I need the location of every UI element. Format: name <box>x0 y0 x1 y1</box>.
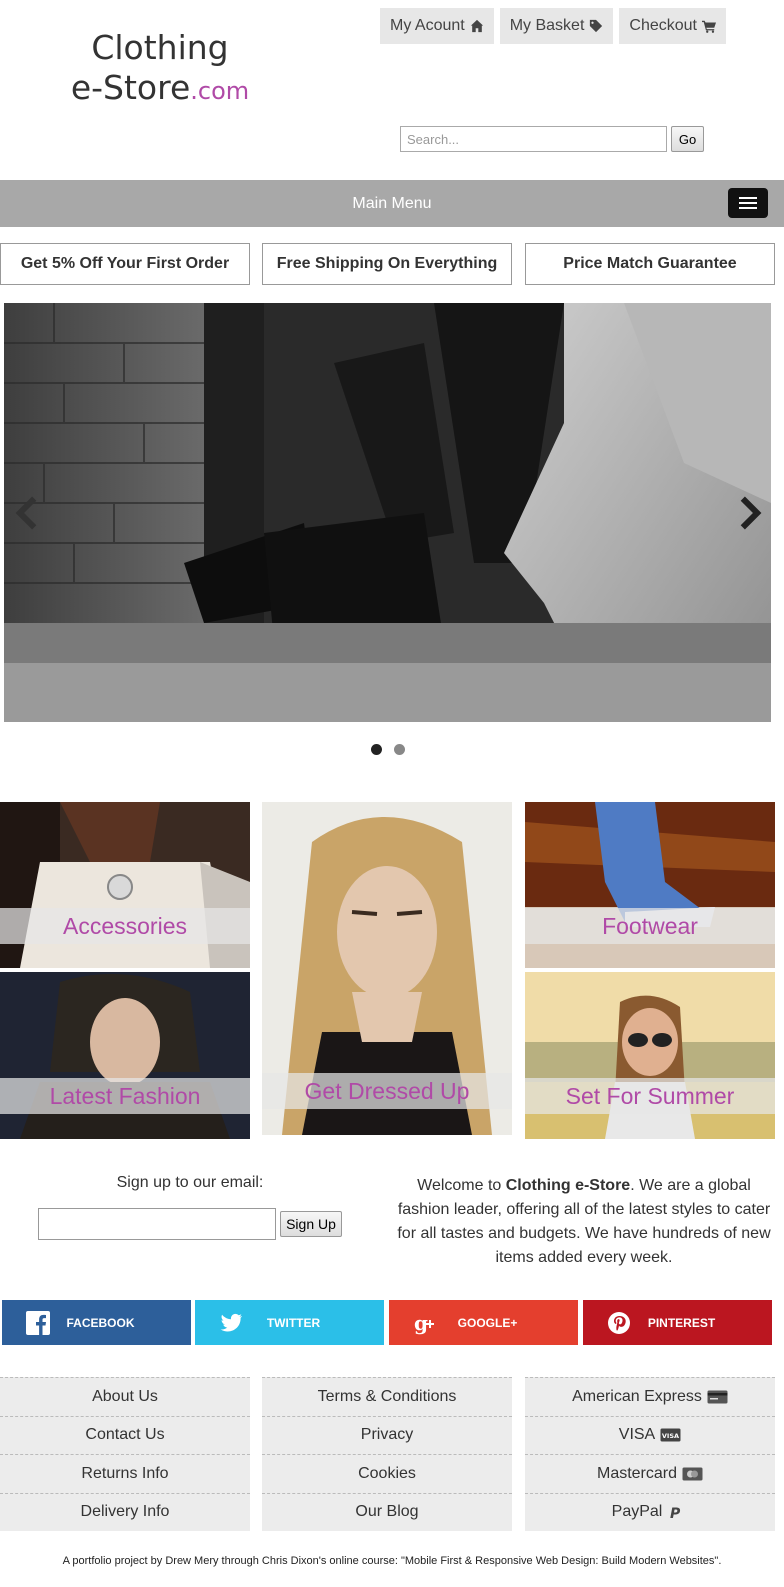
payment-visa-label: VISA <box>618 1426 656 1444</box>
home-icon <box>470 19 483 33</box>
slider-dots <box>371 744 405 755</box>
my-account-button[interactable]: My Acount <box>380 8 494 44</box>
signup-label: Sign up to our email: <box>116 1174 264 1191</box>
cart-icon <box>701 20 716 33</box>
welcome-brand: Clothing e-Store <box>505 1177 631 1194</box>
twitter-button[interactable]: TWITTER <box>195 1300 384 1345</box>
search-input[interactable] <box>400 126 667 152</box>
category-label-set-for-summer: Set For Summer <box>525 1078 775 1114</box>
hero-slide-image <box>4 303 771 722</box>
slider-next-arrow[interactable] <box>735 493 765 533</box>
category-tile-get-dressed-up[interactable]: Get Dressed Up <box>262 802 512 1135</box>
svg-text:P: P <box>670 1506 681 1519</box>
google-plus-label: GOOGLE+ <box>457 1315 518 1330</box>
logo-store-text: e-Store <box>70 68 191 107</box>
pinterest-icon <box>608 1311 630 1334</box>
promo-price-match[interactable]: Price Match Guarantee <box>525 243 775 285</box>
footer-link-cookies[interactable]: Cookies <box>262 1454 512 1493</box>
payment-mastercard: Mastercard <box>525 1454 775 1493</box>
category-tile-footwear[interactable]: Footwear <box>525 802 775 968</box>
footer-credit: A portfolio project by Drew Mery through… <box>62 1555 722 1567</box>
category-label-footwear: Footwear <box>525 908 775 944</box>
payment-american-express-label: American Express <box>572 1387 702 1405</box>
logo-domain-suffix: .com <box>190 77 250 105</box>
promo-strip: Get 5% Off Your First Order Free Shippin… <box>0 243 784 285</box>
mastercard-icon <box>682 1467 703 1481</box>
promo-free-shipping[interactable]: Free Shipping On Everything <box>262 243 512 285</box>
svg-text:VISA: VISA <box>662 1432 679 1440</box>
category-tile-set-for-summer[interactable]: Set For Summer <box>525 972 775 1139</box>
visa-card-icon: VISA <box>660 1428 681 1442</box>
payment-paypal-label: PayPal <box>611 1503 663 1521</box>
footer-payment-methods: American Express VISA VISA Mastercard Pa… <box>525 1377 775 1531</box>
footer-link-about-us[interactable]: About Us <box>0 1377 250 1416</box>
google-plus-button[interactable]: g GOOGLE+ <box>389 1300 578 1345</box>
footer-link-our-blog[interactable]: Our Blog <box>262 1492 512 1532</box>
category-tile-accessories[interactable]: Accessories <box>0 802 250 968</box>
chevron-left-icon <box>15 496 37 530</box>
welcome-text: Welcome to Clothing e-Store. We are a gl… <box>396 1174 772 1270</box>
welcome-pre: Welcome to <box>417 1177 506 1194</box>
my-basket-label: My Basket <box>509 17 585 34</box>
checkout-label: Checkout <box>629 17 697 34</box>
facebook-icon <box>26 1310 50 1335</box>
category-label-get-dressed-up: Get Dressed Up <box>262 1073 512 1109</box>
svg-text:g: g <box>414 1311 428 1335</box>
footer-link-terms[interactable]: Terms & Conditions <box>262 1377 512 1416</box>
logo-line-1: Clothing <box>91 28 229 67</box>
slider-dot-2[interactable] <box>394 744 405 755</box>
tag-icon <box>590 19 603 33</box>
footer-link-privacy[interactable]: Privacy <box>262 1415 512 1455</box>
slider-prev-arrow[interactable] <box>12 493 42 533</box>
hero-slider <box>4 303 771 722</box>
twitter-label: TWITTER <box>266 1315 321 1330</box>
search-bar: Go <box>400 126 704 152</box>
signup-button[interactable]: Sign Up <box>280 1211 342 1237</box>
hamburger-icon[interactable] <box>728 188 768 218</box>
google-plus-icon: g <box>414 1311 434 1335</box>
category-tile-latest-fashion[interactable]: Latest Fashion <box>0 972 250 1139</box>
site-logo[interactable]: Clothing e-Store.com <box>60 28 260 111</box>
category-label-accessories: Accessories <box>0 908 250 944</box>
twitter-icon <box>220 1313 242 1332</box>
pinterest-button[interactable]: PINTEREST <box>583 1300 772 1345</box>
payment-american-express: American Express <box>525 1377 775 1416</box>
payment-visa: VISA VISA <box>525 1415 775 1455</box>
category-label-latest-fashion: Latest Fashion <box>0 1078 250 1114</box>
my-basket-button[interactable]: My Basket <box>499 8 614 44</box>
promo-first-order[interactable]: Get 5% Off Your First Order <box>0 243 250 285</box>
facebook-label: FACEBOOK <box>66 1315 135 1330</box>
credit-card-icon <box>707 1390 728 1404</box>
footer-link-contact-us[interactable]: Contact Us <box>0 1415 250 1455</box>
footer-link-delivery-info[interactable]: Delivery Info <box>0 1492 250 1532</box>
payment-mastercard-label: Mastercard <box>596 1464 678 1482</box>
footer-link-returns-info[interactable]: Returns Info <box>0 1454 250 1493</box>
payment-paypal: PayPal P <box>525 1492 775 1532</box>
checkout-button[interactable]: Checkout <box>619 8 726 44</box>
facebook-button[interactable]: FACEBOOK <box>2 1300 191 1345</box>
logo-line-2: e-Store.com <box>60 68 260 111</box>
main-menu-label: Main Menu <box>352 195 432 212</box>
account-nav: My Acount My Basket Checkout <box>380 8 726 44</box>
email-signup-field[interactable] <box>38 1208 276 1240</box>
my-account-label: My Acount <box>390 17 465 34</box>
slider-dot-1[interactable] <box>371 744 382 755</box>
search-go-button[interactable]: Go <box>671 126 704 152</box>
main-menu-bar[interactable]: Main Menu <box>0 180 784 227</box>
footer-info-links: About Us Contact Us Returns Info Deliver… <box>0 1377 250 1531</box>
chevron-right-icon <box>740 496 762 530</box>
footer-policy-links: Terms & Conditions Privacy Cookies Our B… <box>262 1377 512 1531</box>
pinterest-label: PINTEREST <box>647 1315 716 1330</box>
paypal-icon: P <box>670 1506 681 1519</box>
